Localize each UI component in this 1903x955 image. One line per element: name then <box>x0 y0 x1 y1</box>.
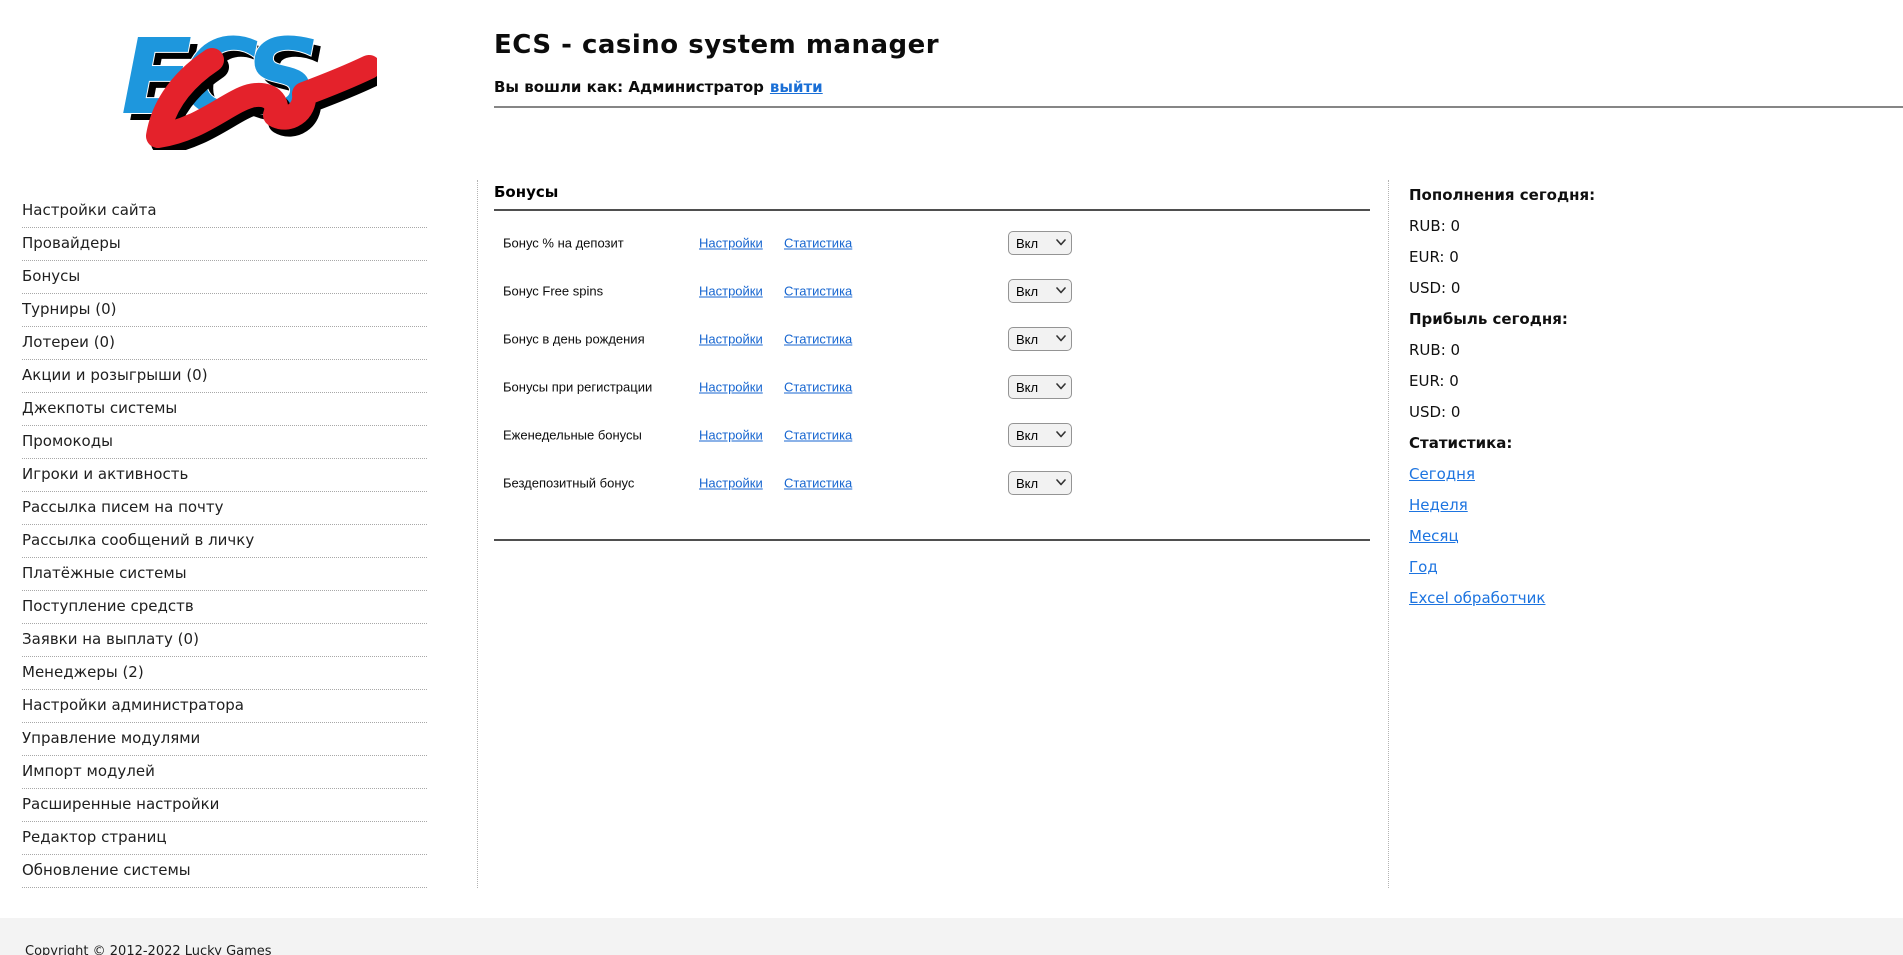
logout-link[interactable]: выйти <box>770 78 823 96</box>
bonus-toggle-select[interactable]: Вкл <box>1008 375 1072 399</box>
profit-today-values: RUB: 0EUR: 0USD: 0 <box>1409 335 1889 428</box>
bonus-settings-link[interactable]: Настройки <box>699 284 763 299</box>
sidebar-item[interactable]: Рассылка сообщений в личку <box>22 525 427 558</box>
bonus-statistics-link[interactable]: Статистика <box>784 428 852 443</box>
bonus-statistics-link[interactable]: Статистика <box>784 284 852 299</box>
bonus-settings-link[interactable]: Настройки <box>699 428 763 443</box>
bonus-settings-link[interactable]: Настройки <box>699 380 763 395</box>
currency-value: RUB: 0 <box>1409 335 1889 366</box>
statistics-links: СегодняНеделяМесяцГодExcel обработчик <box>1409 459 1889 614</box>
copyright-text: Copyright © 2012-2022 Lucky Games <box>25 944 272 955</box>
section-bottom-rule <box>494 539 1370 541</box>
bonus-toggle-wrap: Вкл <box>1008 423 1072 447</box>
bonus-toggle-wrap: Вкл <box>1008 327 1072 351</box>
bonus-toggle-select[interactable]: Вкл <box>1008 327 1072 351</box>
sidebar-item[interactable]: Поступление средств <box>22 591 427 624</box>
bonus-name: Бонусы при регистрации <box>503 380 652 395</box>
bonus-toggle-wrap: Вкл <box>1008 375 1072 399</box>
sidebar-item[interactable]: Игроки и активность <box>22 459 427 492</box>
bonus-statistics-link[interactable]: Статистика <box>784 380 852 395</box>
statistics-period-link[interactable]: Неделя <box>1409 490 1468 521</box>
bonus-toggle-select[interactable]: Вкл <box>1008 279 1072 303</box>
statistics-title: Статистика: <box>1409 428 1889 459</box>
login-status-text: Вы вошли как: Администратор <box>494 78 764 96</box>
profit-today-title: Прибыль сегодня: <box>1409 304 1889 335</box>
statistics-period-link[interactable]: Сегодня <box>1409 459 1475 490</box>
bonus-name: Бонус Free spins <box>503 284 603 299</box>
currency-value: EUR: 0 <box>1409 366 1889 397</box>
bonus-settings-link[interactable]: Настройки <box>699 332 763 347</box>
section-top-rule <box>494 209 1370 211</box>
currency-value: EUR: 0 <box>1409 242 1889 273</box>
bonus-settings-link[interactable]: Настройки <box>699 236 763 251</box>
deposits-today-title: Пополнения сегодня: <box>1409 180 1889 211</box>
sidebar-nav: Настройки сайта Провайдеры Бонусы Турнир… <box>22 195 427 888</box>
bonus-toggle-select[interactable]: Вкл <box>1008 471 1072 495</box>
deposits-today-values: RUB: 0EUR: 0USD: 0 <box>1409 211 1889 304</box>
bonus-row: Бонусы при регистрации Настройки Статист… <box>494 363 1370 411</box>
sidebar-item[interactable]: Акции и розыгрыши (0) <box>22 360 427 393</box>
bonus-settings-link[interactable]: Настройки <box>699 476 763 491</box>
sidebar-item[interactable]: Провайдеры <box>22 228 427 261</box>
sidebar-item[interactable]: Обновление системы <box>22 855 427 888</box>
sidebar-item[interactable]: Рассылка писем на почту <box>22 492 427 525</box>
sidebar-item[interactable]: Импорт модулей <box>22 756 427 789</box>
currency-value: RUB: 0 <box>1409 211 1889 242</box>
ecs-logo: ECS ECS <box>112 8 377 150</box>
currency-value: USD: 0 <box>1409 273 1889 304</box>
bonuses-section: Бонусы Бонус % на депозит Настройки Стат… <box>494 183 1370 541</box>
section-title: Бонусы <box>494 183 1370 201</box>
sidebar-item[interactable]: Турниры (0) <box>22 294 427 327</box>
sidebar-item[interactable]: Промокоды <box>22 426 427 459</box>
bonus-name: Бездепозитный бонус <box>503 476 634 491</box>
sidebar-item[interactable]: Платёжные системы <box>22 558 427 591</box>
bonus-name: Еженедельные бонусы <box>503 428 642 443</box>
currency-value: USD: 0 <box>1409 397 1889 428</box>
sidebar-item[interactable]: Настройки администратора <box>22 690 427 723</box>
sidebar-item[interactable]: Бонусы <box>22 261 427 294</box>
footer: Copyright © 2012-2022 Lucky Games <box>0 918 1903 955</box>
sidebar-item[interactable]: Настройки сайта <box>22 195 427 228</box>
bonus-row: Еженедельные бонусы Настройки Статистика… <box>494 411 1370 459</box>
statistics-period-link[interactable]: Год <box>1409 552 1438 583</box>
sidebar-item[interactable]: Лотереи (0) <box>22 327 427 360</box>
bonus-toggle-select[interactable]: Вкл <box>1008 423 1072 447</box>
bonus-statistics-link[interactable]: Статистика <box>784 476 852 491</box>
stats-panel: Пополнения сегодня: RUB: 0EUR: 0USD: 0 П… <box>1409 180 1889 614</box>
sidebar-item[interactable]: Расширенные настройки <box>22 789 427 822</box>
sidebar-item[interactable]: Управление модулями <box>22 723 427 756</box>
page: ECS ECS ECS - casino system manager Вы в… <box>0 0 1903 955</box>
page-title: ECS - casino system manager <box>494 30 939 60</box>
bonus-toggle-wrap: Вкл <box>1008 231 1072 255</box>
bonus-toggle-wrap: Вкл <box>1008 471 1072 495</box>
bonus-row: Бонус % на депозит Настройки Статистика … <box>494 219 1370 267</box>
bonus-row: Бонус Free spins Настройки Статистика Вк… <box>494 267 1370 315</box>
bonus-statistics-link[interactable]: Статистика <box>784 236 852 251</box>
content-left-divider <box>477 180 478 888</box>
bonus-row: Бонус в день рождения Настройки Статисти… <box>494 315 1370 363</box>
login-status: Вы вошли как: Администратор выйти <box>494 78 823 96</box>
sidebar-item[interactable]: Редактор страниц <box>22 822 427 855</box>
bonus-toggle-wrap: Вкл <box>1008 279 1072 303</box>
sidebar-item[interactable]: Джекпоты системы <box>22 393 427 426</box>
sidebar-item[interactable]: Заявки на выплату (0) <box>22 624 427 657</box>
bonus-statistics-link[interactable]: Статистика <box>784 332 852 347</box>
header-divider <box>494 106 1903 108</box>
bonus-row: Бездепозитный бонус Настройки Статистика… <box>494 459 1370 507</box>
bonus-name: Бонус % на депозит <box>503 236 624 251</box>
bonus-name: Бонус в день рождения <box>503 332 645 347</box>
sidebar-item[interactable]: Менеджеры (2) <box>22 657 427 690</box>
bonus-toggle-select[interactable]: Вкл <box>1008 231 1072 255</box>
content-right-divider <box>1388 180 1389 888</box>
statistics-period-link[interactable]: Месяц <box>1409 521 1459 552</box>
statistics-period-link[interactable]: Excel обработчик <box>1409 583 1545 614</box>
bonus-rows: Бонус % на депозит Настройки Статистика … <box>494 219 1370 507</box>
